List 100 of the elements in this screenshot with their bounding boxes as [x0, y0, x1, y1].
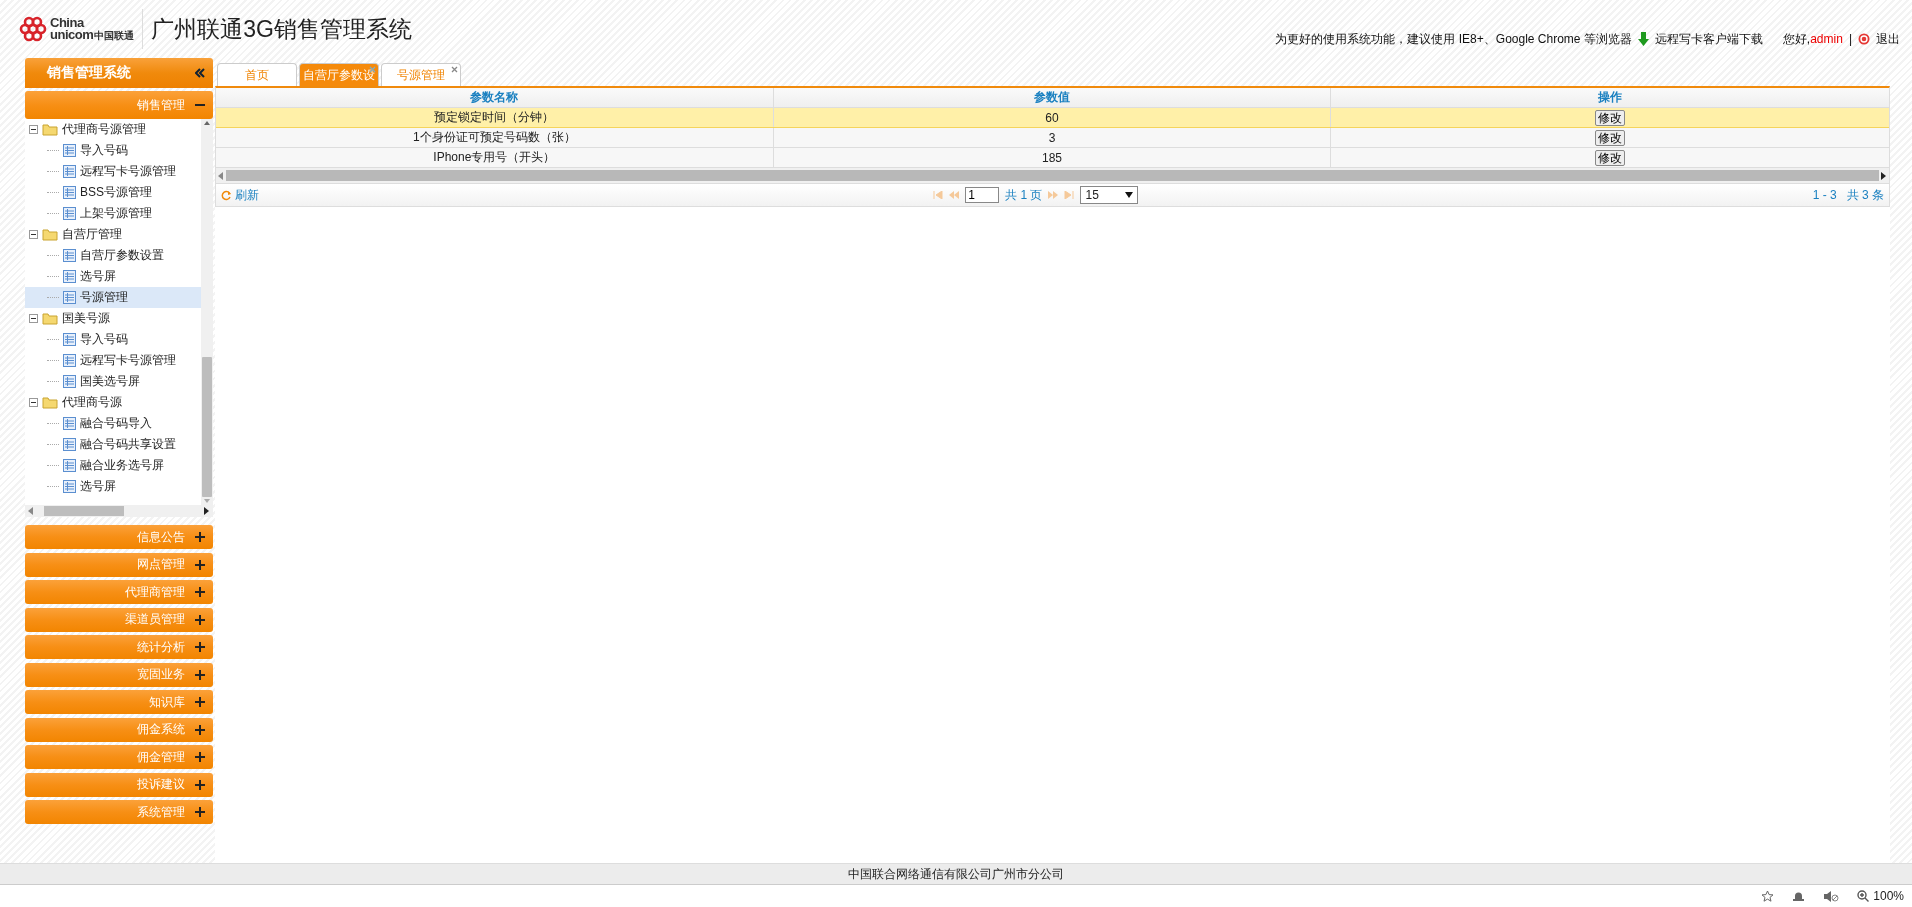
- column-header[interactable]: 操作: [1331, 88, 1889, 107]
- accordion-label: 统计分析: [137, 638, 185, 656]
- speaker-muted-icon[interactable]: [1823, 889, 1840, 903]
- grid-page-icon: [63, 291, 76, 304]
- logout-link[interactable]: 退出: [1876, 30, 1900, 48]
- vertical-scrollbar[interactable]: [201, 119, 213, 505]
- scroll-left-arrow-icon[interactable]: [28, 507, 34, 515]
- logo-text: unicom: [50, 28, 94, 41]
- plus-icon: [195, 807, 205, 817]
- accordion-label: 代理商管理: [125, 583, 185, 601]
- tree-folder[interactable]: 代理商号源: [25, 392, 201, 413]
- accordion-label: 佣金管理: [137, 748, 185, 766]
- folder-icon: [42, 123, 58, 136]
- accordion-label: 信息公告: [137, 528, 185, 546]
- refresh-link[interactable]: 刷新: [221, 186, 259, 204]
- scroll-left-arrow-icon[interactable]: [218, 171, 224, 180]
- tree-item[interactable]: 国美选号屏: [25, 371, 201, 392]
- zoom-icon[interactable]: [1857, 890, 1870, 902]
- grid-page-icon: [63, 249, 76, 262]
- table-cell: 1个身份证可预定号码数（张）: [216, 128, 774, 147]
- tree-item[interactable]: 号源管理: [25, 287, 201, 308]
- tree-item[interactable]: 上架号源管理: [25, 203, 201, 224]
- accordion-label: 知识库: [149, 693, 185, 711]
- tree-label: 远程写卡号源管理: [80, 352, 176, 369]
- page-number-field[interactable]: 1: [965, 187, 1000, 203]
- sidebar-title-text: 销售管理系统: [47, 64, 131, 82]
- column-header[interactable]: 参数名称: [216, 88, 774, 107]
- greeting: 您好,: [1782, 30, 1811, 48]
- tree-item[interactable]: 选号屏: [25, 476, 201, 497]
- tree-item[interactable]: 导入号码: [25, 140, 201, 161]
- table-row[interactable]: 1个身份证可预定号码数（张） 3 修改: [216, 128, 1889, 148]
- scroll-right-arrow-icon[interactable]: [1881, 171, 1887, 180]
- plus-icon: [195, 642, 205, 652]
- plus-icon: [195, 614, 205, 625]
- star-icon[interactable]: [1761, 889, 1775, 903]
- edit-button[interactable]: 修改: [1595, 129, 1626, 146]
- folder-icon: [42, 396, 58, 409]
- tree-label: 代理商号源: [62, 394, 122, 411]
- plus-icon: [195, 779, 205, 790]
- table-cell: 3: [773, 128, 1332, 147]
- plus-icon: [195, 559, 205, 570]
- record-summary: 1 - 3 共 3 条: [1812, 186, 1884, 204]
- tree-item[interactable]: 远程写卡号源管理: [25, 350, 201, 371]
- dropdown-caret-icon[interactable]: [1125, 192, 1134, 198]
- tree-label: 代理商号源管理: [62, 121, 146, 138]
- collapse-toggle-icon[interactable]: [29, 314, 38, 323]
- tree-item[interactable]: 融合业务选号屏: [25, 455, 201, 476]
- tree-folder[interactable]: 国美号源: [25, 308, 201, 329]
- grid-page-icon: [63, 207, 76, 220]
- plus-icon: [195, 697, 205, 707]
- table-row[interactable]: 预定锁定时间（分钟） 60 修改: [216, 108, 1889, 128]
- column-header[interactable]: 参数值: [773, 88, 1332, 107]
- tree-item[interactable]: 导入号码: [25, 329, 201, 350]
- zoom-level: 100%: [1873, 889, 1904, 903]
- logo-text: 中国联通: [94, 29, 135, 42]
- collapse-toggle-icon[interactable]: [29, 230, 38, 239]
- tree-folder[interactable]: 自营厅管理: [25, 224, 201, 245]
- collapse-toggle-icon[interactable]: [29, 398, 38, 407]
- scroll-right-arrow-icon[interactable]: [204, 507, 210, 515]
- grid-page-icon: [63, 270, 76, 283]
- tree-label: 选号屏: [80, 478, 116, 495]
- download-arrow-icon[interactable]: [1637, 32, 1649, 46]
- horizontal-scrollbar[interactable]: [25, 505, 213, 517]
- tree-folder[interactable]: 代理商号源管理: [25, 119, 201, 140]
- page-count: 共 1 页: [1005, 186, 1043, 204]
- refresh-icon[interactable]: [221, 189, 232, 201]
- logo-text: China: [50, 16, 86, 29]
- tree-label: 融合号码共享设置: [80, 436, 176, 453]
- tree-item[interactable]: 融合号码导入: [25, 413, 201, 434]
- tree-label: 导入号码: [80, 142, 128, 159]
- tree-item[interactable]: 自营厅参数设置: [25, 245, 201, 266]
- page-size-select[interactable]: 15: [1080, 186, 1139, 204]
- horizontal-scrollbar[interactable]: [216, 168, 1889, 184]
- browser-notice: 为更好的使用系统功能，建议使用 IE8+、Google Chrome 等浏览器: [1275, 30, 1632, 48]
- scroll-up-arrow-icon[interactable]: [203, 119, 211, 127]
- edit-button[interactable]: 修改: [1595, 109, 1626, 126]
- tree-item[interactable]: 选号屏: [25, 266, 201, 287]
- tree-label: 选号屏: [80, 268, 116, 285]
- tree-label: 号源管理: [80, 289, 128, 306]
- tree-label: BSS号源管理: [80, 184, 152, 201]
- accordion-label: 销售管理: [137, 96, 185, 114]
- collapse-toggle-icon[interactable]: [29, 125, 38, 134]
- power-icon[interactable]: [1858, 33, 1870, 45]
- tree-item[interactable]: 远程写卡号源管理: [25, 161, 201, 182]
- table-cell: 预定锁定时间（分钟）: [216, 108, 774, 127]
- close-icon[interactable]: [451, 66, 458, 73]
- tree-item[interactable]: 融合号码共享设置: [25, 434, 201, 455]
- edit-button[interactable]: 修改: [1595, 149, 1626, 166]
- app-title: 广州联通3G销售管理系统: [151, 14, 412, 44]
- plus-icon: [195, 587, 205, 597]
- plus-icon: [195, 724, 205, 735]
- table-row[interactable]: IPhone专用号（开头） 185 修改: [216, 148, 1889, 168]
- collapse-chevrons-icon[interactable]: [195, 68, 205, 78]
- tree-label: 融合号码导入: [80, 415, 152, 432]
- grid-page-icon: [63, 417, 76, 430]
- grid-page-icon: [63, 165, 76, 178]
- grid-page-icon: [63, 186, 76, 199]
- grid-page-icon: [63, 480, 76, 493]
- download-link[interactable]: 远程写卡客户端下载: [1654, 30, 1763, 48]
- tree-item[interactable]: BSS号源管理: [25, 182, 201, 203]
